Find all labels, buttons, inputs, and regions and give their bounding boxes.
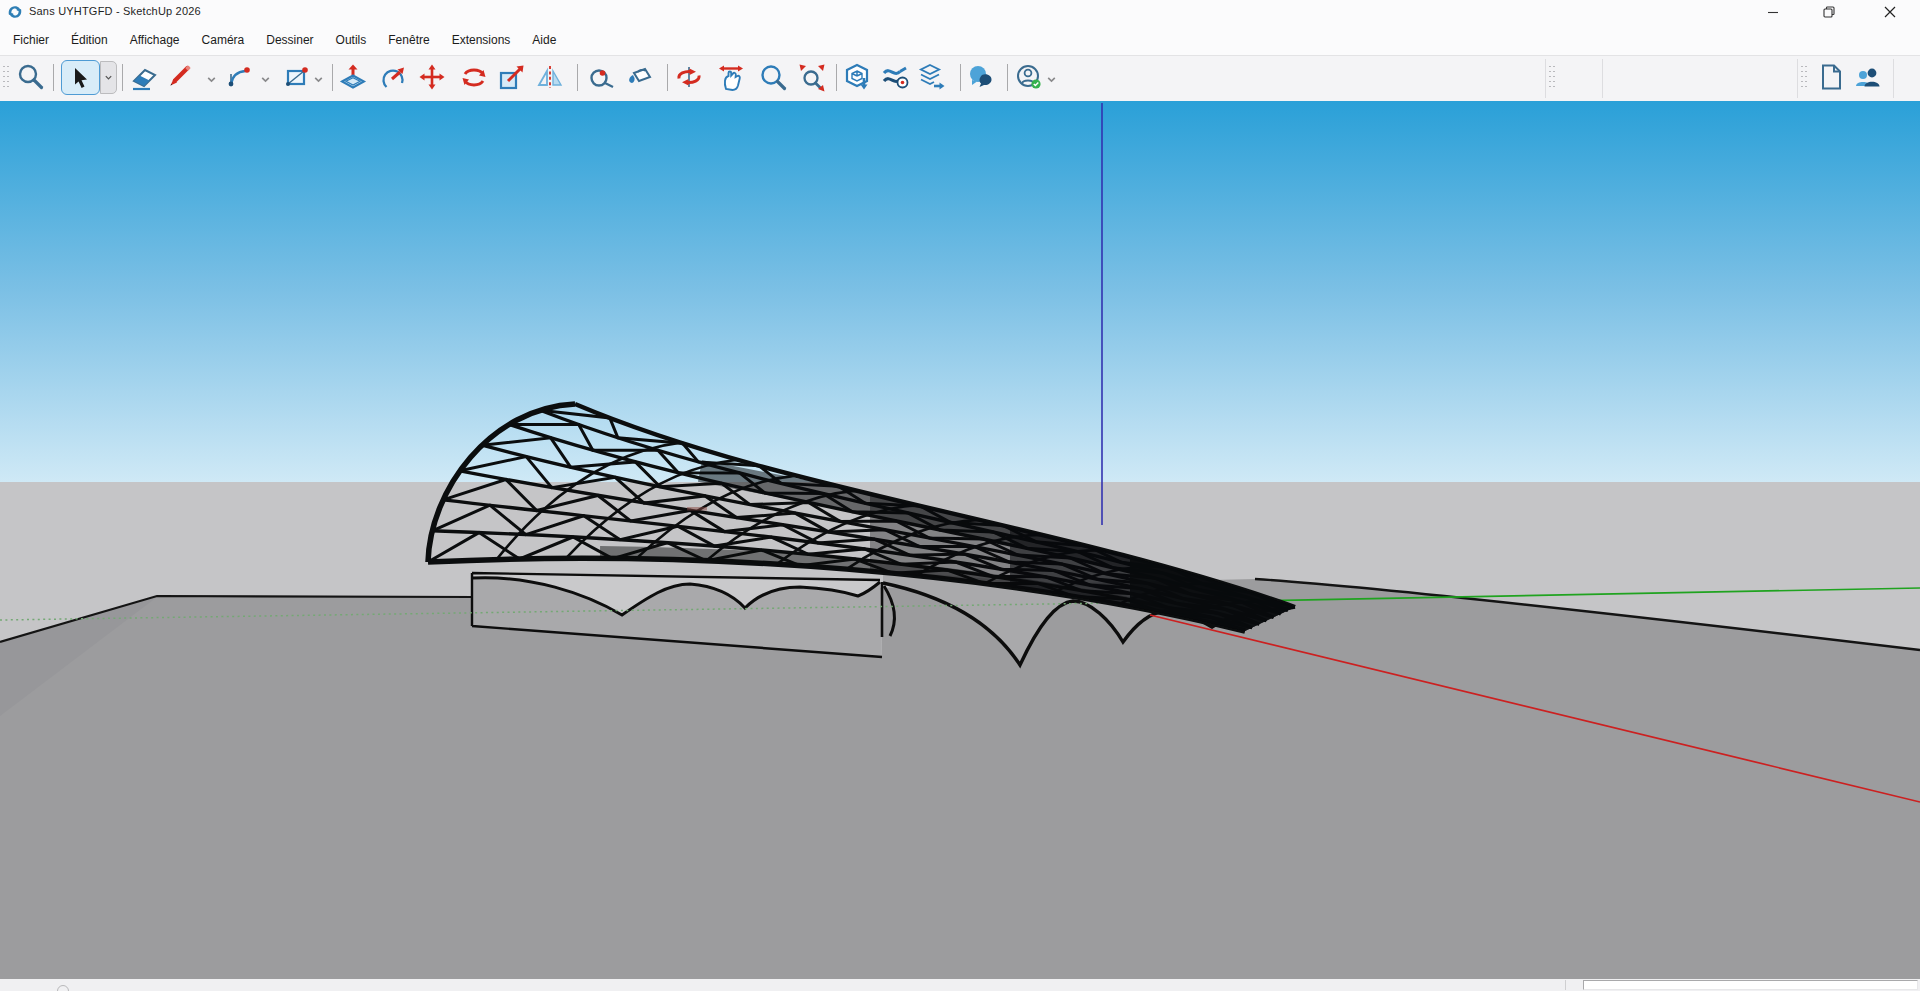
toolbar-grip[interactable] [1548, 64, 1555, 91]
restore-button[interactable] [1806, 0, 1852, 24]
zoom-tool-button[interactable] [758, 62, 788, 92]
people-tool-button[interactable] [1852, 62, 1882, 92]
tape-measure-tool-button[interactable] [586, 62, 616, 92]
toolbar-group-border [1893, 59, 1894, 98]
follow-me-tool-button[interactable] [379, 62, 409, 92]
help-icon[interactable] [57, 985, 69, 991]
toolbar-separator [122, 64, 123, 91]
account-tool-button[interactable] [1014, 62, 1044, 92]
menu-affichage[interactable]: Affichage [119, 24, 191, 55]
status-bar [0, 979, 1920, 991]
toolbar-group-border [1797, 59, 1798, 98]
toolbar-separator [836, 64, 837, 91]
paint-bucket-tool-button[interactable] [624, 62, 654, 92]
toolbar-group-border [1602, 59, 1603, 98]
share-layers-tool-button[interactable] [916, 62, 946, 92]
title-bar: Sans UYHTGFD - SketchUp 2026 [0, 0, 1920, 24]
orbit-tool-button[interactable] [674, 62, 704, 92]
3d-warehouse-tool-button[interactable] [842, 62, 872, 92]
menu-camra[interactable]: Caméra [191, 24, 256, 55]
toolbar-separator [667, 64, 668, 91]
menu-extensions[interactable]: Extensions [441, 24, 522, 55]
toolbar-grip[interactable] [1800, 64, 1807, 91]
measurements-box[interactable] [1583, 980, 1918, 990]
arc-tool-button[interactable] [224, 62, 254, 92]
pan-tool-button[interactable] [716, 62, 746, 92]
chevron-down-icon [104, 73, 113, 82]
new-document-tool-button[interactable] [1816, 62, 1846, 92]
toolbar-separator [1007, 64, 1008, 91]
toolbar-separator [960, 64, 961, 91]
move-tool-button[interactable] [417, 62, 447, 92]
select-arrow-icon [72, 67, 90, 93]
flip-tool-button[interactable] [535, 62, 565, 92]
restore-icon [1823, 6, 1835, 18]
close-button[interactable] [1867, 0, 1913, 24]
push-pull-tool-button[interactable] [338, 62, 368, 92]
eraser-tool-button[interactable] [130, 62, 160, 92]
tool-dropdown-chevron[interactable] [260, 71, 271, 82]
minimize-button[interactable] [1750, 0, 1796, 24]
toolbar-separator [53, 64, 54, 91]
toolbar-grip[interactable] [2, 64, 9, 91]
tool-dropdown-chevron[interactable] [313, 71, 324, 82]
chat-tool-button[interactable] [966, 62, 996, 92]
toolbar-separator [332, 64, 333, 91]
menu-aide[interactable]: Aide [521, 24, 567, 55]
minimize-icon [1767, 6, 1779, 18]
menu-bar: FichierÉditionAffichageCaméraDessinerOut… [0, 24, 1920, 56]
menu-dessiner[interactable]: Dessiner [255, 24, 324, 55]
search-tool-button[interactable] [16, 62, 46, 92]
status-divider [1565, 980, 1566, 990]
menu-dition[interactable]: Édition [60, 24, 119, 55]
rotate-tool-button[interactable] [459, 62, 489, 92]
menu-outils[interactable]: Outils [325, 24, 378, 55]
tool-dropdown-chevron[interactable] [1046, 71, 1057, 82]
window-title: Sans UYHTGFD - SketchUp 2026 [29, 5, 201, 17]
line-tool-button[interactable] [164, 62, 194, 92]
zoom-extents-tool-button[interactable] [797, 62, 827, 92]
sketchup-logo-icon [7, 4, 23, 20]
select-tool-active-button[interactable] [61, 60, 100, 95]
toolbar-group-border [1545, 59, 1546, 98]
scale-tool-button[interactable] [497, 62, 527, 92]
select-tool-dropdown[interactable] [100, 61, 117, 94]
close-icon [1884, 6, 1896, 18]
tool-dropdown-chevron[interactable] [206, 71, 217, 82]
toolbar [0, 56, 1920, 101]
viewport-3d[interactable] [0, 101, 1920, 979]
menu-fichier[interactable]: Fichier [2, 24, 60, 55]
extension-warehouse-tool-button[interactable] [880, 62, 910, 92]
toolbar-separator [577, 64, 578, 91]
rectangle-tool-button[interactable] [282, 62, 312, 92]
menu-fentre[interactable]: Fenêtre [377, 24, 440, 55]
